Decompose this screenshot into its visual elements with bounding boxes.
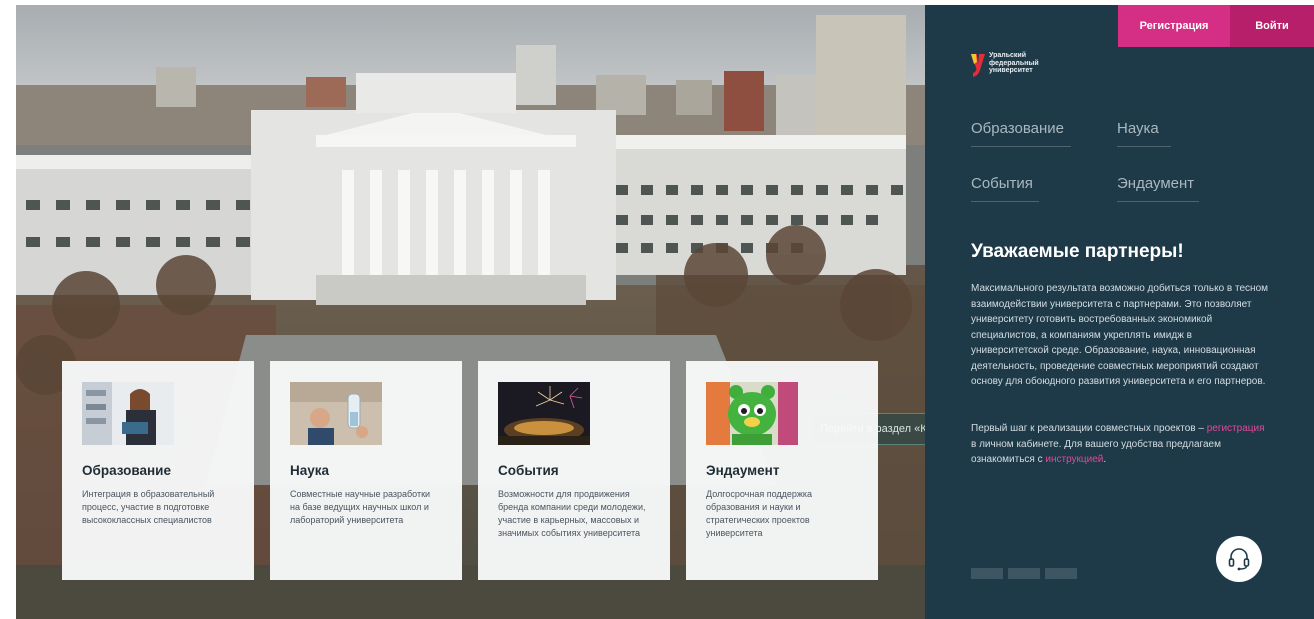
nav-item-science[interactable]: Наука bbox=[1117, 120, 1171, 147]
nav-item-label: События bbox=[971, 175, 1033, 192]
nav-underline bbox=[971, 201, 1039, 202]
nav-item-education[interactable]: Образование bbox=[971, 120, 1071, 147]
nav-underline bbox=[1117, 146, 1171, 147]
card-endowment[interactable]: Эндаумент Долгосрочная поддержка образов… bbox=[686, 361, 878, 580]
card-description: Совместные научные разработки на базе ве… bbox=[290, 489, 431, 525]
nav-item-label: Эндаумент bbox=[1117, 175, 1195, 192]
slider-dot[interactable] bbox=[1045, 568, 1077, 579]
page-heading: Уважаемые партнеры! bbox=[971, 241, 1184, 262]
card-title: Эндаумент bbox=[706, 463, 780, 478]
support-button[interactable] bbox=[1216, 536, 1262, 582]
card-science[interactable]: Наука Совместные научные разработки на б… bbox=[270, 361, 462, 580]
nav-item-label: Образование bbox=[971, 120, 1064, 137]
mascot-bear-photo bbox=[706, 382, 798, 445]
registration-link[interactable]: регистрация bbox=[1207, 423, 1265, 434]
slider-pagination bbox=[971, 568, 1077, 579]
slider-dot[interactable] bbox=[1008, 568, 1040, 579]
nav-underline bbox=[971, 146, 1071, 147]
card-education[interactable]: Образование Интеграция в образовательный… bbox=[62, 361, 254, 580]
page: Перейти в раздел «Картинки» Образование … bbox=[0, 0, 1314, 619]
paragraph-text: Первый шаг к реализации совместных проек… bbox=[971, 423, 1207, 434]
card-title: Образование bbox=[82, 463, 171, 478]
urfu-logo[interactable]: Уральский федеральный университет bbox=[971, 52, 1039, 78]
headset-icon bbox=[1228, 548, 1250, 571]
urfu-logo-mark-icon bbox=[971, 54, 985, 77]
logo-line: федеральный bbox=[989, 59, 1039, 67]
login-button[interactable]: Войти bbox=[1230, 5, 1314, 47]
fireworks-photo bbox=[498, 382, 590, 445]
student-reading-photo bbox=[82, 382, 174, 445]
card-description: Возможности для продвижения бренда компа… bbox=[498, 489, 646, 538]
logo-line: Уральский bbox=[989, 52, 1027, 59]
nav-item-endowment[interactable]: Эндаумент bbox=[1117, 175, 1199, 202]
card-title: События bbox=[498, 463, 559, 478]
nav-item-events[interactable]: События bbox=[971, 175, 1039, 202]
lab-scientist-photo bbox=[290, 382, 382, 445]
paragraph-text: . bbox=[1103, 454, 1107, 465]
logo-line: университет bbox=[989, 67, 1033, 74]
card-events[interactable]: События Возможности для продвижения брен… bbox=[478, 361, 670, 580]
instruction-link[interactable]: инструкцией bbox=[1045, 454, 1103, 465]
card-title: Наука bbox=[290, 463, 330, 478]
register-button[interactable]: Регистрация bbox=[1118, 5, 1230, 47]
card-description: Интеграция в образовательный процесс, уч… bbox=[82, 489, 215, 525]
nav-underline bbox=[1117, 201, 1199, 202]
nav-item-label: Наука bbox=[1117, 120, 1159, 137]
intro-paragraph: Максимального результата возможно добить… bbox=[971, 283, 1269, 387]
registration-paragraph: Первый шаг к реализации совместных проек… bbox=[971, 421, 1271, 468]
card-description: Долгосрочная поддержка образования и нау… bbox=[706, 489, 813, 538]
slider-dot[interactable] bbox=[971, 568, 1003, 579]
sidebar: Регистрация Войти Уральский федеральный … bbox=[925, 5, 1314, 619]
